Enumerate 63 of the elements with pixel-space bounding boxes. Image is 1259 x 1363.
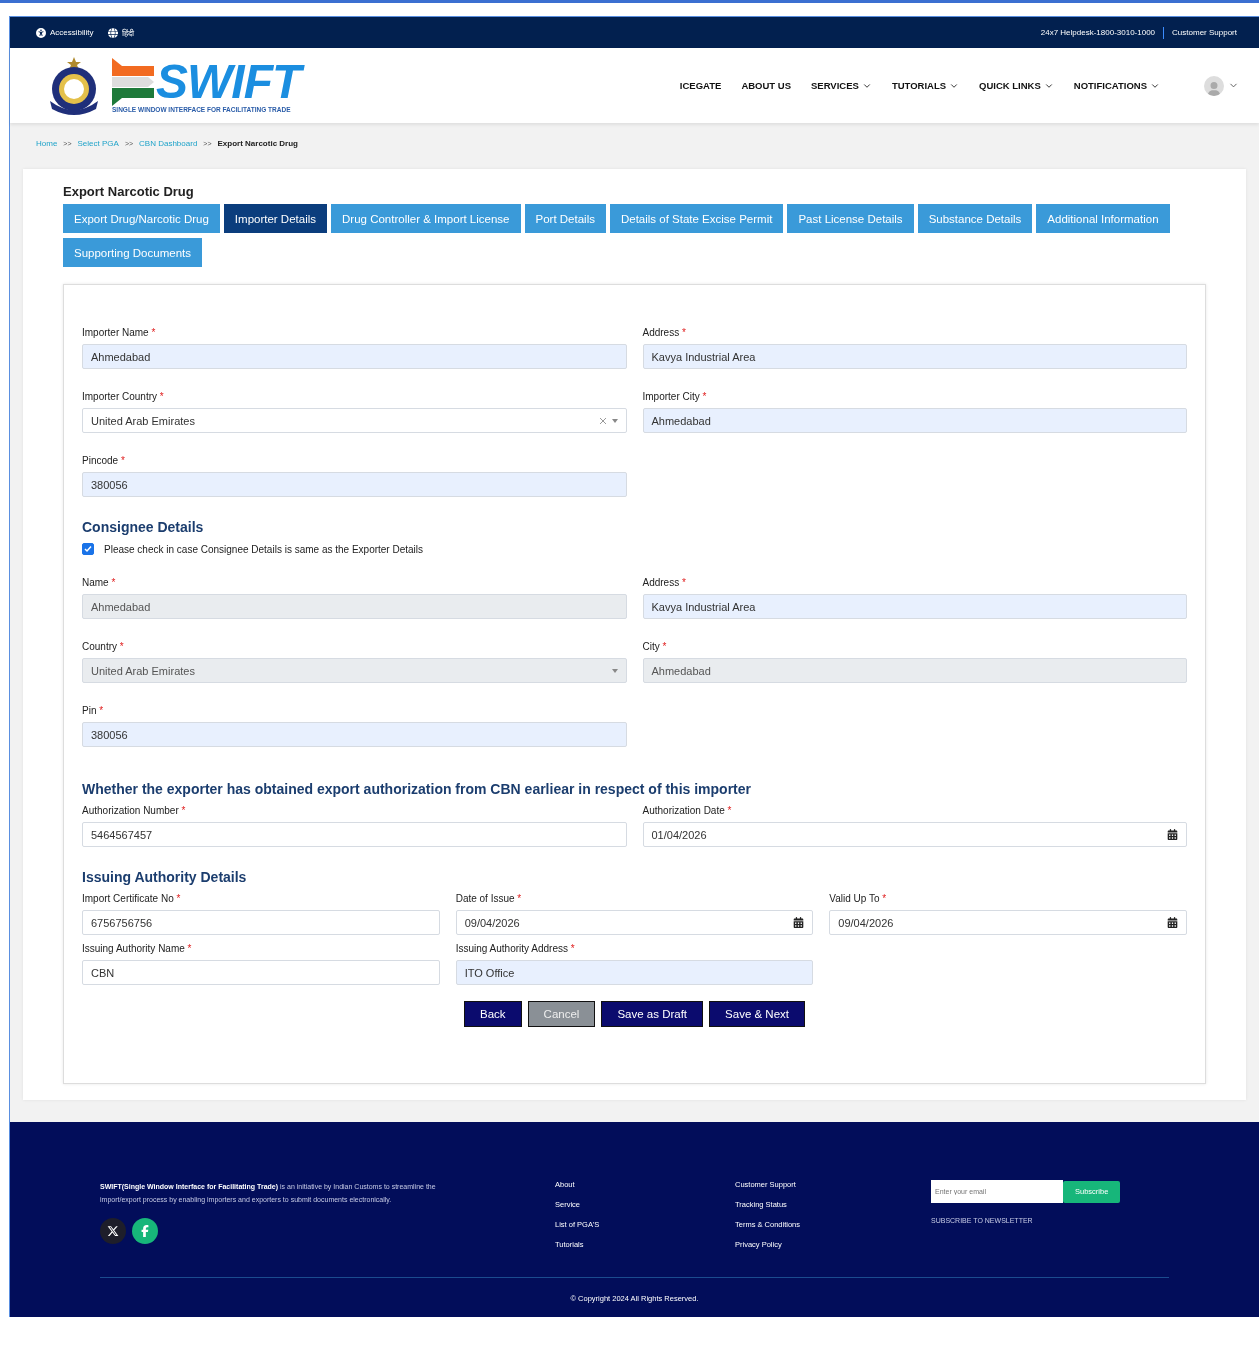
select-field[interactable]: United Arab Emirates bbox=[82, 408, 627, 433]
accessibility-link[interactable]: Accessibility bbox=[36, 27, 94, 38]
input-field[interactable]: 380056 bbox=[82, 472, 627, 497]
input-field[interactable]: ITO Office bbox=[455, 960, 814, 985]
customer-support-link[interactable]: Customer Support bbox=[1172, 28, 1237, 37]
calendar-icon[interactable] bbox=[1167, 829, 1178, 840]
field-label: Import Certificate No * bbox=[82, 893, 182, 904]
section-title: Issuing Authority Details bbox=[82, 869, 248, 885]
clear-icon[interactable] bbox=[599, 417, 606, 424]
field-label: Address * bbox=[642, 327, 687, 338]
field-label: Importer Name * bbox=[82, 327, 157, 338]
form-button[interactable]: Back bbox=[464, 1001, 522, 1027]
field-label: Importer Country * bbox=[82, 391, 165, 402]
field-label: Date of Issue * bbox=[455, 893, 523, 904]
field-label: Name * bbox=[82, 577, 117, 588]
accessibility-icon bbox=[36, 27, 46, 38]
calendar-icon[interactable] bbox=[793, 917, 805, 928]
input-field[interactable]: 380056 bbox=[82, 722, 627, 747]
facebook-icon[interactable] bbox=[132, 1218, 158, 1244]
checkbox-label: Please check in case Consignee Details is same as the Exporter Details bbox=[104, 543, 424, 555]
date-field[interactable]: 01/04/2026 bbox=[642, 822, 1187, 847]
field-label: Pincode * bbox=[82, 455, 126, 466]
field-label: Issuing Authority Name * bbox=[82, 943, 193, 954]
nav-link[interactable]: ICEGATE bbox=[679, 80, 722, 91]
date-field[interactable]: 09/04/2026 bbox=[455, 910, 814, 935]
input-field[interactable]: CBN bbox=[82, 960, 440, 985]
input-field[interactable]: Ahmedabad bbox=[642, 408, 1187, 433]
field-label: Importer City * bbox=[642, 391, 708, 402]
form-title: Export Narcotic Drug bbox=[63, 184, 195, 199]
field-label: Pin * bbox=[82, 705, 105, 716]
field-label: Country * bbox=[82, 641, 125, 652]
field-label: Authorization Number * bbox=[82, 805, 187, 816]
section-title: Consignee Details bbox=[82, 519, 205, 535]
section-title: Whether the exporter has obtained export authorization from CBN earliear in respect of this importer bbox=[82, 781, 752, 797]
helpdesk-text: 24x7 Helpdesk-1800-3010-1000 bbox=[1040, 28, 1156, 37]
checkbox[interactable] bbox=[82, 543, 94, 555]
nav-link[interactable]: NOTIFICATIONS bbox=[1073, 80, 1160, 91]
input-field[interactable]: 5464567457 bbox=[82, 822, 627, 847]
input-field[interactable]: Kavya Industrial Area bbox=[642, 594, 1187, 619]
input-field[interactable]: 6756756756 bbox=[82, 910, 440, 935]
caret-icon bbox=[611, 668, 618, 673]
field-label: City * bbox=[642, 641, 668, 652]
flag-stripes-icon bbox=[112, 58, 154, 106]
x-icon[interactable] bbox=[100, 1218, 126, 1244]
form-tab[interactable]: Importer Details bbox=[223, 204, 328, 233]
form-button[interactable]: Save as Draft bbox=[601, 1001, 704, 1027]
caret-icon bbox=[611, 418, 618, 423]
field-label: Address * bbox=[642, 577, 687, 588]
nav-link[interactable]: QUICK LINKS bbox=[979, 80, 1054, 91]
field-label: Valid Up To * bbox=[829, 893, 888, 904]
nav-link[interactable]: SERVICES bbox=[811, 80, 872, 91]
current-page-title: Export Narcotic Drug bbox=[217, 138, 298, 148]
input-field[interactable]: Kavya Industrial Area bbox=[642, 344, 1187, 369]
nav-link[interactable]: ABOUT US bbox=[741, 80, 791, 91]
globe-icon bbox=[107, 27, 118, 38]
input-field[interactable]: Ahmedabad bbox=[82, 344, 627, 369]
form-button[interactable]: Save & Next bbox=[709, 1001, 805, 1027]
date-field[interactable]: 09/04/2026 bbox=[829, 910, 1187, 935]
field-label: Issuing Authority Address * bbox=[455, 943, 576, 954]
language-link[interactable]: हिंदी bbox=[107, 27, 134, 38]
calendar-icon[interactable] bbox=[1167, 917, 1178, 928]
nav-link[interactable]: TUTORIALS bbox=[891, 80, 960, 91]
field-label: Authorization Date * bbox=[642, 805, 733, 816]
